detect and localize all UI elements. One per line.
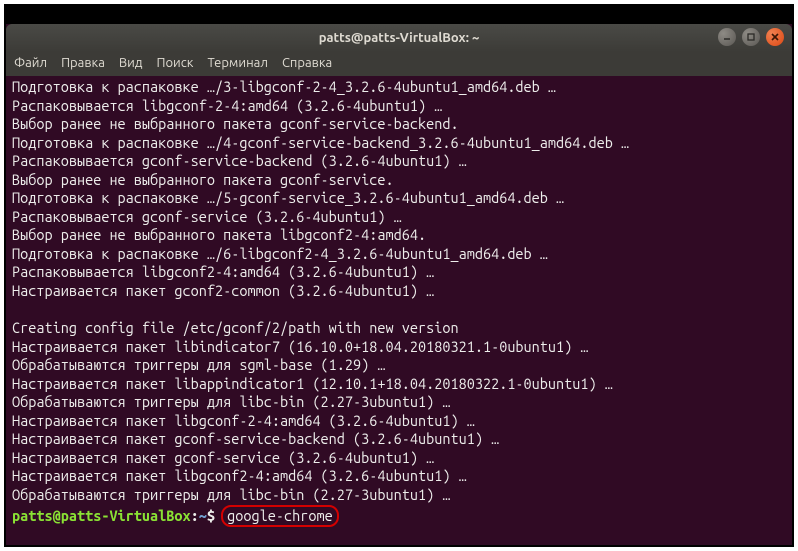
screenshot-frame: patts@patts-VirtualBox: ~ Файл Правка Ви… xyxy=(4,4,794,547)
menu-edit[interactable]: Правка xyxy=(61,56,105,70)
close-button[interactable] xyxy=(766,28,784,46)
terminal-output-line: Обрабатываются триггеры для libc-bin (2.… xyxy=(12,393,450,410)
prompt-separator: : xyxy=(191,507,199,524)
terminal-output-line: Обрабатываются триггеры для libc-bin (2.… xyxy=(12,486,450,503)
terminal-output-line: Подготовка к распаковке …/4-gconf-servic… xyxy=(12,134,629,151)
terminal-output-line: Настраивается пакет gconf-service-backen… xyxy=(12,430,499,447)
typed-command: google-chrome xyxy=(227,507,333,524)
terminal-output-line: Подготовка к распаковке …/5-gconf-servic… xyxy=(12,189,564,206)
menu-terminal[interactable]: Терминал xyxy=(207,56,267,70)
terminal-output-line: Настраивается пакет gconf-service (3.2.6… xyxy=(12,449,434,466)
terminal-output-line: Creating config file /etc/gconf/2/path w… xyxy=(12,319,459,336)
titlebar[interactable]: patts@patts-VirtualBox: ~ xyxy=(6,24,792,52)
terminal-body[interactable]: Подготовка к распаковке …/3-libgconf-2-4… xyxy=(6,76,792,545)
maximize-icon xyxy=(746,32,756,42)
maximize-button[interactable] xyxy=(742,28,760,46)
menu-file[interactable]: Файл xyxy=(14,56,47,70)
prompt-dollar: $ xyxy=(207,507,215,524)
menubar: Файл Правка Вид Поиск Терминал Справка xyxy=(6,52,792,76)
terminal-output-line: Настраивается пакет libgconf-2-4:amd64 (… xyxy=(12,412,475,429)
prompt-user-host: patts@patts-VirtualBox xyxy=(12,507,191,524)
window-controls xyxy=(718,28,784,46)
menu-view[interactable]: Вид xyxy=(119,56,143,70)
close-icon xyxy=(770,32,780,42)
terminal-output-line: Распаковывается gconf-service (3.2.6-4ub… xyxy=(12,208,402,225)
terminal-output-line: Распаковывается gconf-service-backend (3… xyxy=(12,152,467,169)
terminal-output-line: Настраивается пакет gconf2-common (3.2.6… xyxy=(12,282,434,299)
command-highlight: google-chrome xyxy=(221,505,339,528)
minimize-button[interactable] xyxy=(718,28,736,46)
terminal-output-line: Распаковывается libgconf2-4:amd64 (3.2.6… xyxy=(12,263,434,280)
terminal-output-line: Выбор ранее не выбранного пакета gconf-s… xyxy=(12,171,394,188)
terminal-output-line: Настраивается пакет libappindicator1 (12… xyxy=(12,375,613,392)
menu-help[interactable]: Справка xyxy=(282,56,332,70)
terminal-output-line: Обрабатываются триггеры для sgml-base (1… xyxy=(12,356,386,373)
terminal-output-line: Распаковывается libgconf-2-4:amd64 (3.2.… xyxy=(12,97,442,114)
terminal-window: patts@patts-VirtualBox: ~ Файл Правка Ви… xyxy=(6,24,792,545)
terminal-output-line: Подготовка к распаковке …/6-libgconf2-4_… xyxy=(12,245,548,262)
prompt-path: ~ xyxy=(199,507,207,524)
minimize-icon xyxy=(722,32,732,42)
window-title: patts@patts-VirtualBox: ~ xyxy=(6,31,792,45)
terminal-output-line: Подготовка к распаковке …/3-libgconf-2-4… xyxy=(12,78,556,95)
terminal-output-line: Выбор ранее не выбранного пакета libgcon… xyxy=(12,226,426,243)
terminal-output-line: Настраивается пакет libindicator7 (16.10… xyxy=(12,338,589,355)
terminal-output-line: Выбор ранее не выбранного пакета gconf-s… xyxy=(12,115,459,132)
terminal-output-line: Настраивается пакет libgconf2-4:amd64 (3… xyxy=(12,467,467,484)
menu-search[interactable]: Поиск xyxy=(156,56,193,70)
